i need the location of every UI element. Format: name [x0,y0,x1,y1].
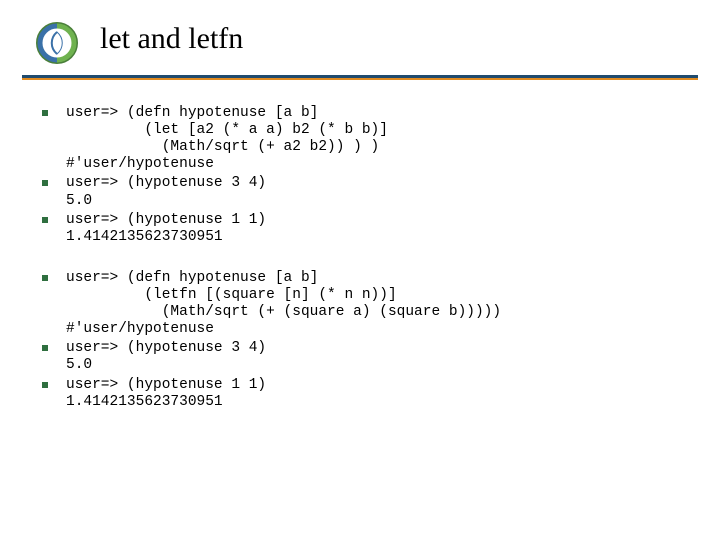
spacer [42,248,690,270]
list-item: user=> (defn hypotenuse [a b] (letfn [(s… [42,270,690,338]
code-block: user=> (hypotenuse 3 4) 5.0 [66,175,690,209]
list-item: user=> (hypotenuse 3 4) 5.0 [42,175,690,209]
list-item: user=> (hypotenuse 1 1) 1.41421356237309… [42,212,690,246]
slide-body: user=> (defn hypotenuse [a b] (let [a2 (… [42,105,690,413]
bullet-icon [42,382,48,388]
list-item: user=> (hypotenuse 1 1) 1.41421356237309… [42,377,690,411]
list-item: user=> (defn hypotenuse [a b] (let [a2 (… [42,105,690,173]
header: let and letfn [0,0,720,78]
code-block: user=> (defn hypotenuse [a b] (letfn [(s… [66,270,690,338]
bullet-icon [42,180,48,186]
bullet-icon [42,217,48,223]
list-item: user=> (hypotenuse 3 4) 5.0 [42,340,690,374]
bullet-icon [42,110,48,116]
slide-title: let and letfn [100,22,243,56]
bullet-icon [42,345,48,351]
slide: let and letfn user=> (defn hypotenuse [a… [0,0,720,540]
clojure-logo-icon [36,22,78,64]
code-block: user=> (defn hypotenuse [a b] (let [a2 (… [66,105,690,173]
divider-accent [22,78,698,80]
code-block: user=> (hypotenuse 3 4) 5.0 [66,340,690,374]
code-block: user=> (hypotenuse 1 1) 1.41421356237309… [66,212,690,246]
code-block: user=> (hypotenuse 1 1) 1.41421356237309… [66,377,690,411]
bullet-icon [42,275,48,281]
